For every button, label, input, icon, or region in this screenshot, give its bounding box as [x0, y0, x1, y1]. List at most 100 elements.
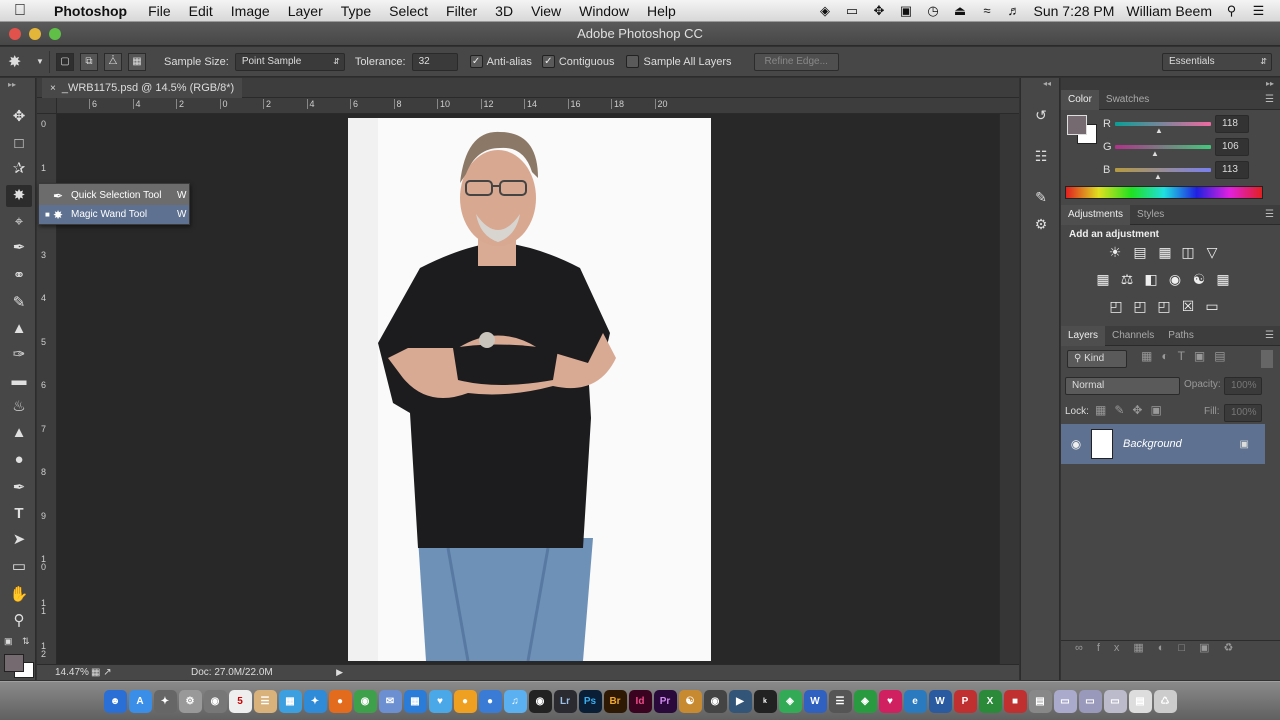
preview-icon[interactable]: ▦ [278, 689, 302, 713]
powerpoint-icon[interactable]: P [953, 689, 977, 713]
rectangle-tool-icon[interactable]: ▭ [6, 556, 32, 578]
menu-filter[interactable]: Filter [437, 3, 486, 19]
blur-tool-icon[interactable]: ▲ [6, 422, 32, 444]
clone-source-panel-icon[interactable]: ⚙ [1030, 214, 1052, 234]
dropbox-icon[interactable]: ▦ [403, 689, 427, 713]
history-panel-icon[interactable]: ↺ [1030, 105, 1052, 125]
opacity-input[interactable]: 100% [1224, 377, 1262, 395]
quick-selection-tool-item[interactable]: ✒ Quick Selection Tool W [39, 186, 189, 205]
evernote-icon[interactable]: ◈ [817, 3, 832, 18]
sample-all-layers-checkbox[interactable]: Sample All Layers [626, 51, 732, 73]
finder-icon[interactable]: ☻ [103, 689, 127, 713]
time-machine-icon[interactable]: ◷ [925, 3, 940, 18]
eyedropper-tool-icon[interactable]: ✒ [6, 237, 32, 259]
minimize-window-button[interactable] [29, 28, 41, 40]
collapse-strip-icon[interactable]: ◂◂ [1043, 79, 1051, 88]
eye-visibility-icon[interactable]: ◉ [1061, 437, 1091, 451]
wordpress-icon[interactable]: W [928, 689, 952, 713]
aperture-icon[interactable]: ◉ [528, 689, 552, 713]
indesign-icon[interactable]: Id [628, 689, 652, 713]
vibrance-icon[interactable]: ▽ [1203, 243, 1221, 261]
hand-tool-icon[interactable]: ✋ [6, 584, 32, 606]
menu-file[interactable]: File [139, 3, 180, 19]
layer-filter-kind-select[interactable]: ⚲ Kind [1067, 350, 1127, 368]
document-photo[interactable] [348, 118, 711, 661]
curves-icon[interactable]: ▦ [1156, 243, 1174, 261]
brush-panel-icon[interactable]: ✎ [1030, 187, 1052, 207]
type-tool-icon[interactable]: T [6, 503, 32, 525]
posterize-icon[interactable]: ◰ [1131, 297, 1149, 315]
photo-filter-icon[interactable]: ◉ [1166, 270, 1184, 288]
folder-documents-icon[interactable]: ▭ [1078, 689, 1102, 713]
layer-lock-icon[interactable]: ▣ [1240, 439, 1249, 450]
foreground-color-swatch[interactable] [4, 654, 24, 672]
panel-dock-header[interactable]: ▸▸ [1061, 78, 1280, 90]
twitter-icon[interactable]: ♥ [428, 689, 452, 713]
menu-select[interactable]: Select [380, 3, 437, 19]
contiguous-checkbox[interactable]: ✓ Contiguous [541, 51, 614, 73]
magic-wand-tool-item[interactable]: ■ ✸ Magic Wand Tool W [39, 205, 189, 224]
menu-type[interactable]: Type [332, 3, 380, 19]
brightness-contrast-icon[interactable]: ☀ [1106, 243, 1124, 261]
r-value-input[interactable]: 118 [1215, 115, 1249, 133]
refine-edge-button[interactable]: Refine Edge... [753, 52, 839, 71]
fill-input[interactable]: 100% [1224, 404, 1262, 422]
workspace-select[interactable]: Essentials ⇵ [1162, 52, 1272, 71]
crop-tool-icon[interactable]: ⌖ [6, 211, 32, 233]
new-selection-mode-button[interactable]: ▢ [56, 52, 74, 71]
tab-color[interactable]: Color [1061, 89, 1099, 110]
threshold-icon[interactable]: ◰ [1155, 297, 1173, 315]
magic-wand-tool-icon[interactable]: ✸ [6, 185, 32, 207]
levels-icon[interactable]: ▤ [1131, 243, 1149, 261]
brush-tool-icon[interactable]: ✎ [6, 292, 32, 314]
system-preferences-icon[interactable]: ⚙ [178, 689, 202, 713]
safari-icon[interactable]: ✦ [303, 689, 327, 713]
menu-app-name[interactable]: Photoshop [40, 3, 139, 19]
ie-icon[interactable]: e [903, 689, 927, 713]
final-cut-icon[interactable]: ▶ [728, 689, 752, 713]
tab-channels[interactable]: Channels [1105, 326, 1161, 346]
g-value-input[interactable]: 106 [1215, 138, 1249, 156]
stickies-icon[interactable]: ■ [1003, 689, 1027, 713]
add-to-selection-button[interactable]: ⧉ [80, 52, 98, 71]
textwrangler-icon[interactable]: ☰ [828, 689, 852, 713]
tab-swatches[interactable]: Swatches [1099, 90, 1156, 110]
filter-toggle[interactable] [1261, 350, 1273, 368]
menu-view[interactable]: View [522, 3, 570, 19]
tab-adjustments[interactable]: Adjustments [1061, 204, 1131, 225]
healing-brush-tool-icon[interactable]: ⚭ [6, 265, 32, 287]
document-tab[interactable]: × _WRB1175.psd @ 14.5% (RGB/8*) [42, 78, 243, 98]
subtract-from-selection-button[interactable]: ⧊ [104, 52, 122, 71]
tab-styles[interactable]: Styles [1130, 205, 1171, 225]
chrome-icon[interactable]: ◉ [353, 689, 377, 713]
premiere-icon[interactable]: Pr [653, 689, 677, 713]
slider-thumb-icon[interactable]: ▲ [1155, 126, 1163, 135]
pen-tool-icon[interactable]: ✒ [6, 477, 32, 499]
status-options-icon[interactable]: ▦ ↗ [91, 667, 131, 678]
word-icon[interactable]: W [803, 689, 827, 713]
tool-preset-dropdown-icon[interactable]: ▼ [36, 50, 50, 73]
menu-layer[interactable]: Layer [279, 3, 332, 19]
spotlight-search-icon[interactable]: ⚲ [1224, 3, 1239, 18]
itunes-icon[interactable]: ♫ [503, 689, 527, 713]
move-tool-icon[interactable]: ✥ [6, 106, 32, 128]
skitch-icon[interactable]: ♥ [878, 689, 902, 713]
document-stack-icon[interactable]: ▤ [1128, 689, 1152, 713]
slider-thumb-icon[interactable]: ▲ [1151, 149, 1159, 158]
layer-filter-icons[interactable]: ▦◐T▣▤ [1141, 349, 1235, 363]
messages-icon[interactable]: ● [478, 689, 502, 713]
menu-3d[interactable]: 3D [486, 3, 522, 19]
history-brush-tool-icon[interactable]: ✑ [6, 344, 32, 366]
color-lookup-icon[interactable]: ▦ [1214, 270, 1232, 288]
swap-colors-icon[interactable]: ⇅ [22, 636, 30, 647]
paint-bucket-tool-icon[interactable]: ♨ [6, 396, 32, 418]
bridge-icon[interactable]: Br [603, 689, 627, 713]
wifi-icon[interactable]: ≈ [979, 3, 994, 18]
zoom-window-button[interactable] [49, 28, 61, 40]
trash-icon[interactable]: ♺ [1153, 689, 1177, 713]
channel-mixer-icon[interactable]: ☯ [1190, 270, 1208, 288]
status-menu-arrow-icon[interactable]: ▶ [336, 667, 343, 678]
fg-color-chip[interactable] [1067, 115, 1087, 135]
firefox-icon[interactable]: ● [328, 689, 352, 713]
layer-row-background[interactable]: ◉ Background ▣ [1061, 424, 1265, 464]
